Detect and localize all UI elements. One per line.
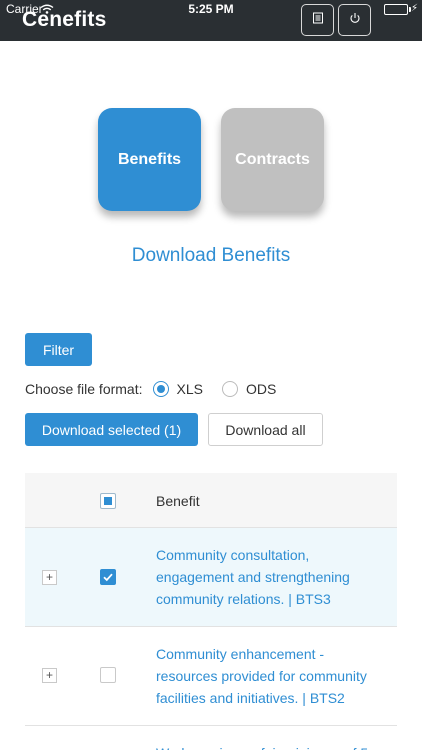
file-format-label: Choose file format: [25, 381, 143, 397]
section-title: Download Benefits [131, 245, 291, 266]
benefits-table: Benefit + Community consultation, engage… [25, 473, 397, 750]
document-icon [312, 11, 324, 29]
radio-xls[interactable] [152, 381, 169, 397]
power-icon [349, 11, 361, 29]
table-row[interactable]: Workers given a fair minimum of 5 [25, 726, 397, 750]
radio-xls-label[interactable]: XLS [177, 381, 203, 397]
download-selected-button[interactable]: Download selected (1) [25, 413, 198, 446]
charging-icon: ⚡ [410, 3, 418, 14]
battery-icon [384, 4, 408, 15]
document-button[interactable] [301, 4, 334, 36]
checkmark-icon [103, 573, 113, 582]
power-button[interactable] [338, 4, 371, 36]
row-checkbox[interactable] [100, 569, 116, 585]
app-title: Cenefits [22, 8, 107, 31]
benefit-column-header: Benefit [156, 493, 200, 509]
table-header: Benefit [25, 473, 397, 528]
table-row[interactable]: + Community enhancement - resources prov… [25, 627, 397, 726]
row-benefit-link[interactable]: Workers given a fair minimum of 5 [156, 742, 371, 750]
row-benefit-link[interactable]: Community consultation, engagement and s… [156, 544, 371, 610]
row-benefit-link[interactable]: Community enhancement - resources provid… [156, 643, 371, 709]
contracts-tile[interactable]: Contracts [221, 108, 324, 211]
download-all-button[interactable]: Download all [208, 413, 323, 446]
table-row[interactable]: + Community consultation, engagement and… [25, 528, 397, 627]
radio-ods[interactable] [221, 381, 238, 397]
filter-button[interactable]: Filter [25, 333, 92, 366]
select-all-checkbox[interactable] [100, 493, 116, 509]
row-checkbox[interactable] [100, 667, 116, 683]
benefits-tile[interactable]: Benefits [98, 108, 201, 211]
top-bar: Carrier 5:25 PM ⚡ Cenefits [0, 0, 422, 41]
radio-ods-label[interactable]: ODS [246, 381, 276, 397]
file-format-row: Choose file format: XLS ODS [25, 380, 276, 398]
expand-icon[interactable]: + [42, 668, 57, 683]
expand-icon[interactable]: + [42, 570, 57, 585]
